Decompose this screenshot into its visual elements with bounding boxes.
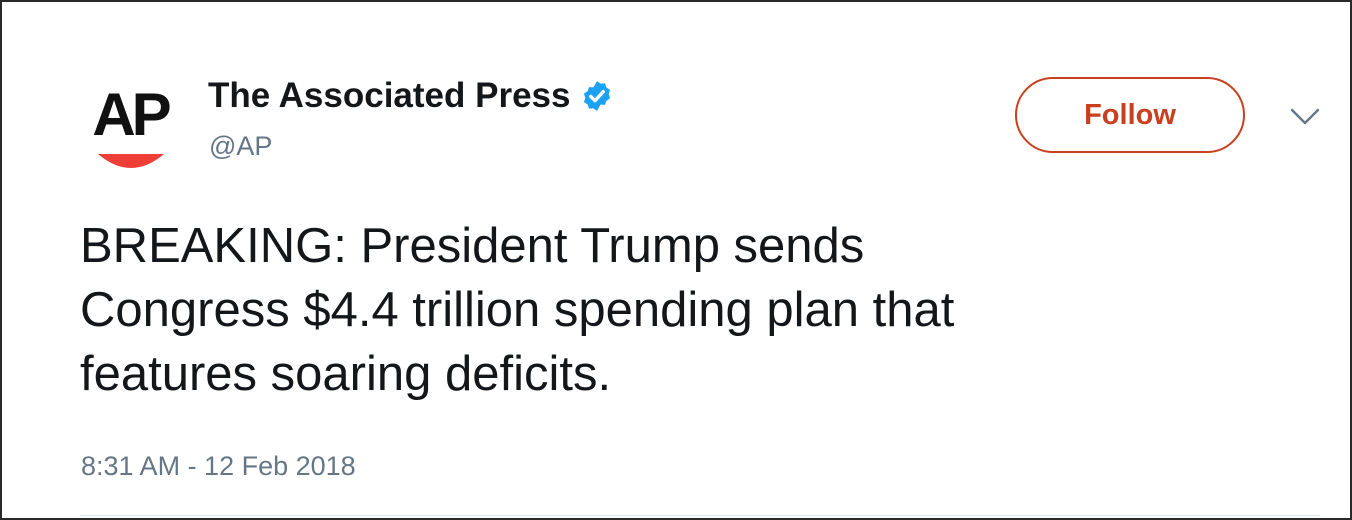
display-name[interactable]: The Associated Press [208, 74, 614, 118]
ap-logo-text: AP [92, 81, 171, 148]
tweet-text-line: BREAKING: President Trump sends [80, 219, 865, 273]
tweet-timestamp[interactable]: 8:31 AM - 12 Feb 2018 [81, 448, 356, 484]
logo-arc-icon [98, 154, 164, 168]
divider [80, 515, 1320, 516]
handle[interactable]: @AP [209, 129, 272, 163]
tweet-text-line: features soaring deficits. [80, 347, 612, 401]
chevron-down-icon[interactable] [1289, 106, 1321, 128]
follow-button[interactable]: Follow [1015, 77, 1245, 153]
tweet-card: AP The Associated Press @AP Follow BREAK… [0, 0, 1352, 520]
display-name-text: The Associated Press [208, 76, 571, 115]
verified-badge-icon [584, 81, 611, 111]
tweet-text: BREAKING: President Trump sends Congress… [80, 214, 1280, 406]
avatar[interactable]: AP [86, 82, 174, 174]
tweet-text-line: Congress $4.4 trillion spending plan tha… [80, 283, 955, 337]
